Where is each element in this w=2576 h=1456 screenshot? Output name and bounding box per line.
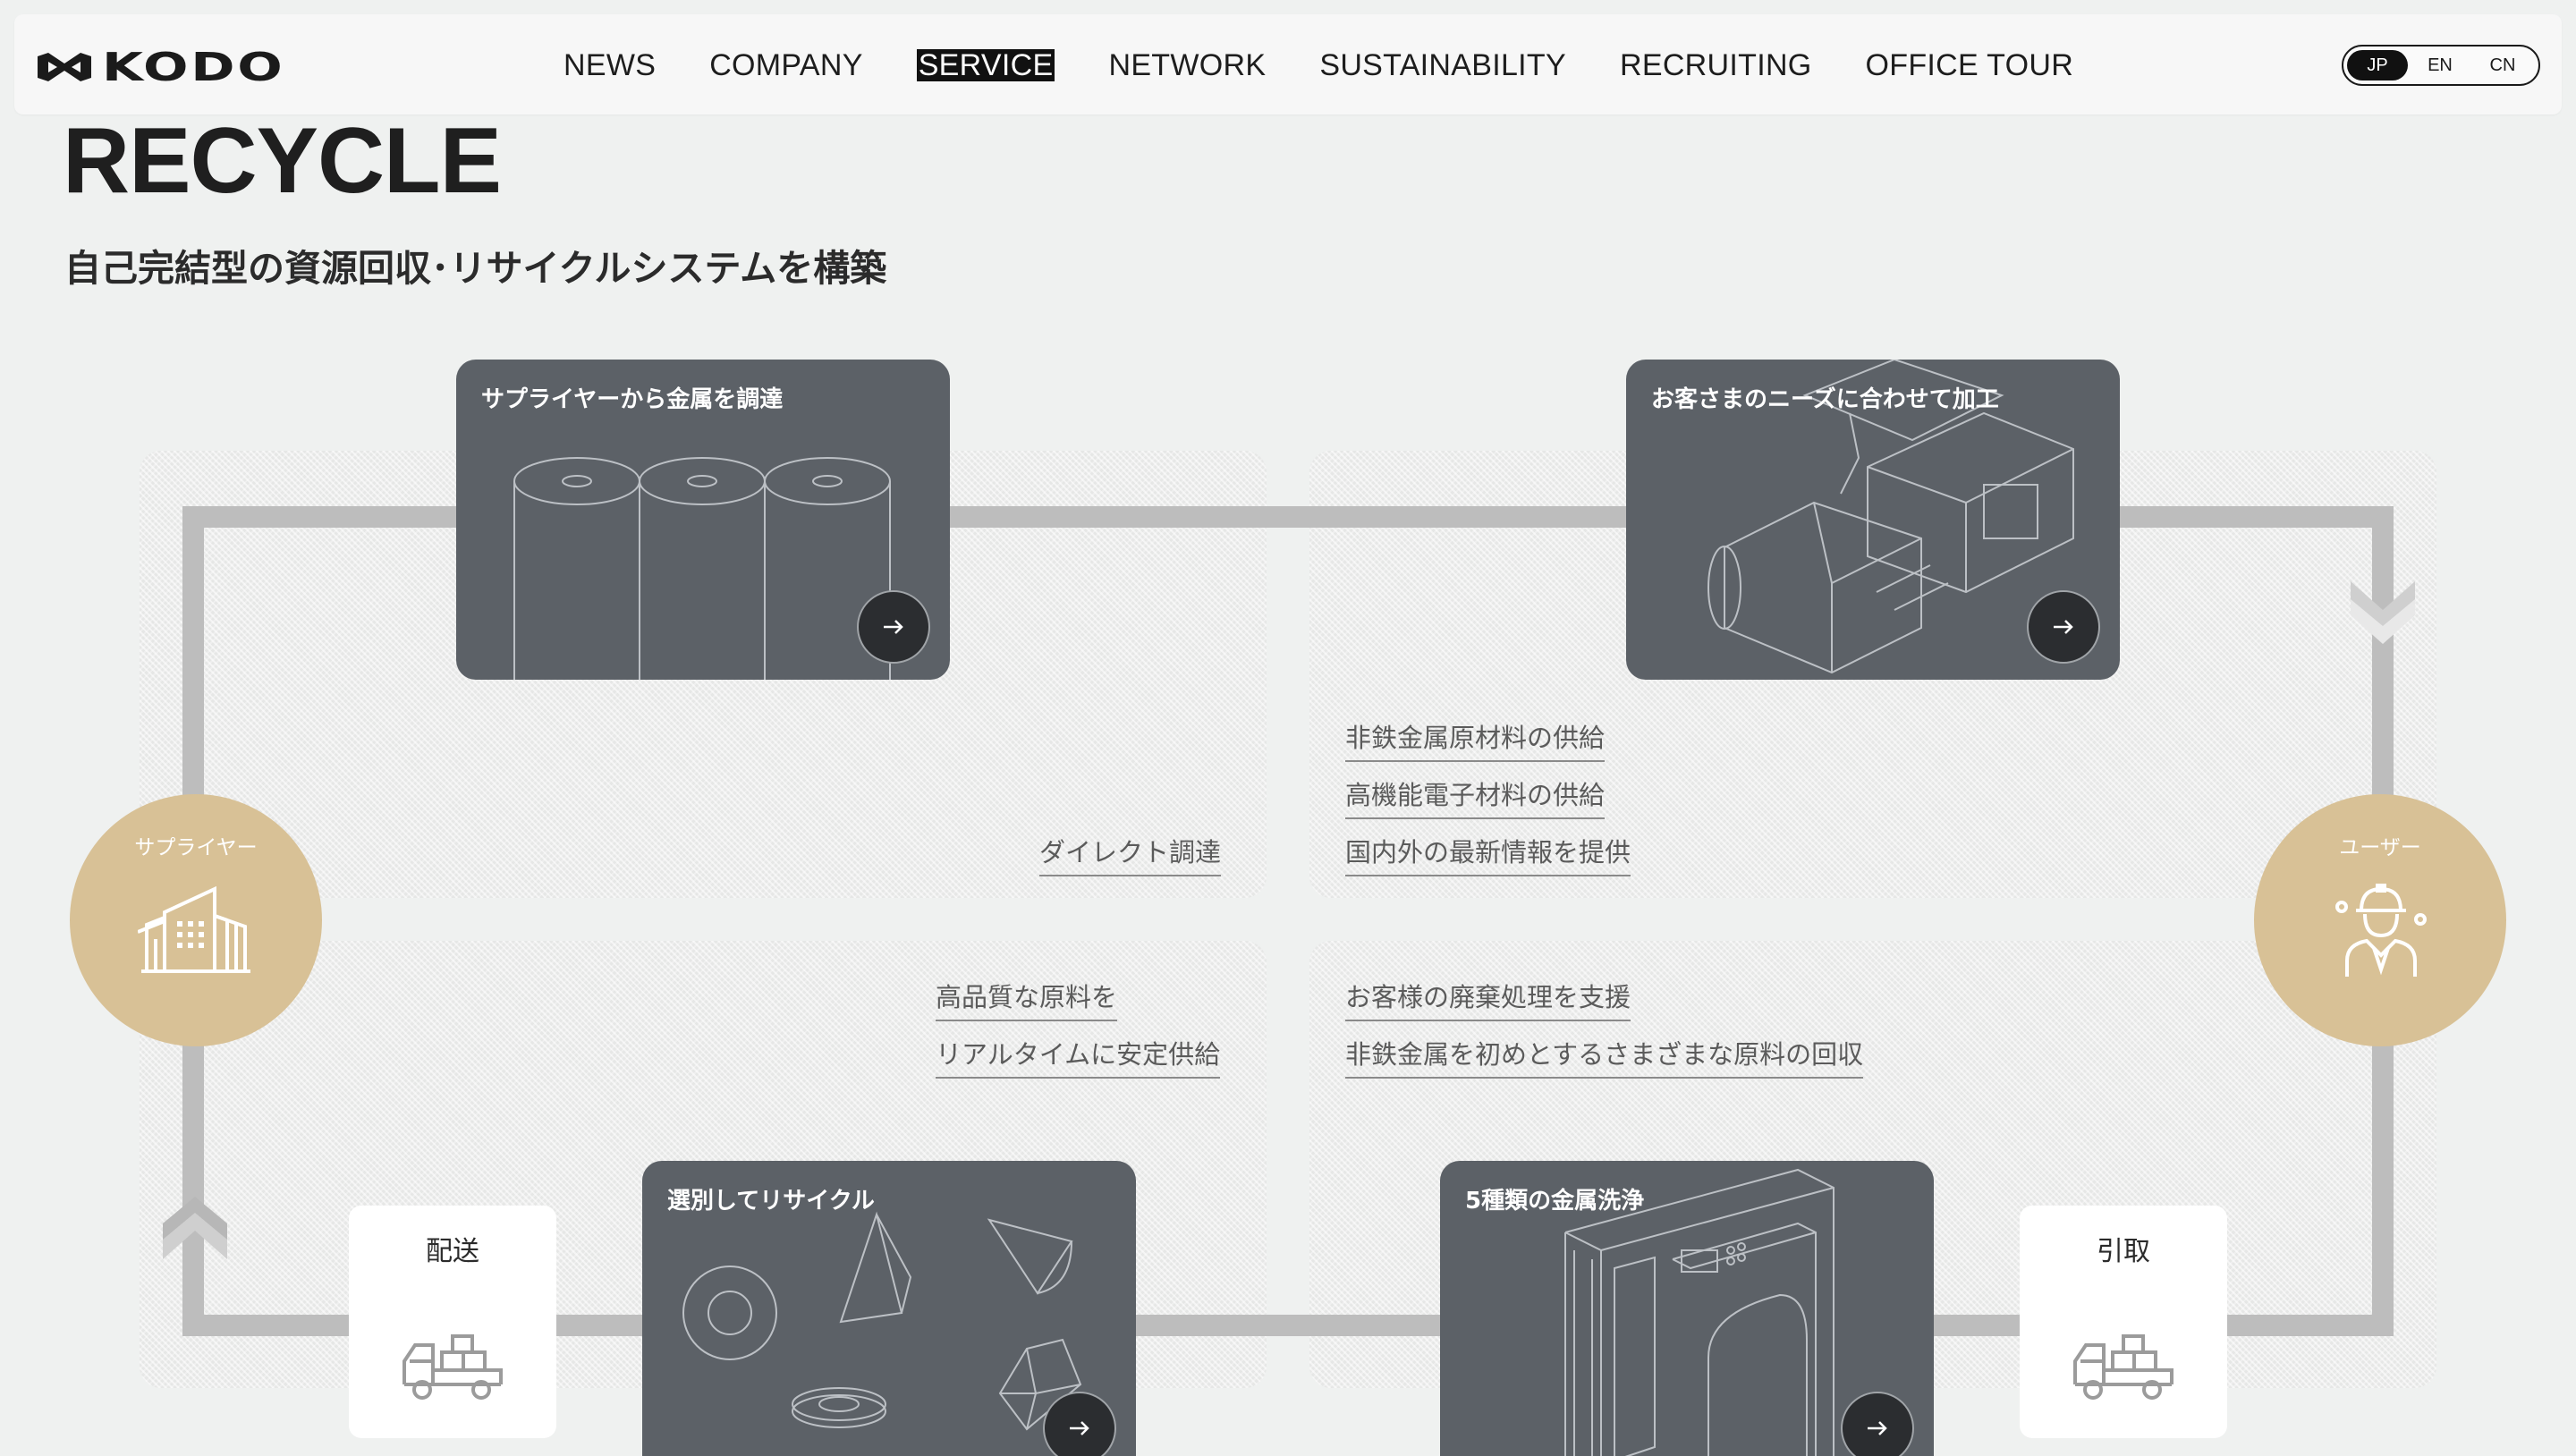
arrow-right-button[interactable] (2027, 590, 2100, 664)
card-wash-label: 5種類の金属洗浄 (1465, 1188, 1645, 1215)
worker-icon (2335, 884, 2427, 977)
nav-network[interactable]: NETWORK (1108, 48, 1266, 83)
card-metal-washing[interactable]: 5種類の金属洗浄 (1440, 1161, 1934, 1456)
site-header: KODO NEWS COMPANY SERVICE NETWORK SUSTAI… (14, 14, 2562, 114)
lang-cn[interactable]: CN (2472, 50, 2533, 80)
card-procure-label: サプライヤーから金属を調達 (481, 386, 784, 413)
kodo-logo[interactable]: KODO (36, 45, 301, 90)
arrow-right-button[interactable] (857, 590, 930, 664)
delivery-label: 配送 (426, 1236, 479, 1267)
arrow-right-icon (1868, 1421, 1887, 1435)
link-quality-material[interactable]: 高品質な原料を (936, 977, 1118, 1021)
factory-icon (138, 885, 250, 973)
arrow-right-icon (884, 620, 903, 634)
user-node[interactable]: ユーザー (2254, 794, 2506, 1046)
logo-mark-icon (38, 53, 91, 81)
pickup-label: 引取 (2097, 1236, 2150, 1267)
lang-en[interactable]: EN (2410, 50, 2470, 80)
nav-company[interactable]: COMPANY (709, 48, 863, 83)
arrow-right-button[interactable] (1043, 1392, 1116, 1456)
card-process-label: お客さまのニーズに合わせて加工 (1651, 386, 1999, 413)
nav-recruiting[interactable]: RECRUITING (1620, 48, 1812, 83)
card-sort-label: 選別してリサイクル (667, 1188, 875, 1215)
link-latest-info[interactable]: 国内外の最新情報を提供 (1345, 832, 1631, 876)
chevron-up-icon (163, 1197, 227, 1259)
nav-office-tour[interactable]: OFFICE TOUR (1866, 48, 2074, 83)
link-waste-support[interactable]: お客様の廃棄処理を支援 (1345, 977, 1631, 1021)
link-stable-supply[interactable]: リアルタイムに安定供給 (936, 1034, 1221, 1079)
user-label: ユーザー (2339, 836, 2421, 859)
link-material-collection[interactable]: 非鉄金属を初めとするさまざまな原料の回収 (1345, 1034, 1864, 1079)
arrow-right-button[interactable] (1841, 1392, 1914, 1456)
page-title: RECYCLE (63, 109, 502, 213)
language-switcher: JP EN CN (2342, 45, 2540, 86)
nav-service[interactable]: SERVICE (916, 49, 1055, 81)
pickup-node[interactable]: 引取 (2020, 1206, 2227, 1438)
card-sort-recycle[interactable]: 選別してリサイクル (642, 1161, 1136, 1456)
chevron-down-icon (2351, 581, 2415, 644)
delivery-truck-icon (402, 1334, 503, 1400)
arrow-right-icon (2054, 620, 2073, 634)
card-procure-metal[interactable]: サプライヤーから金属を調達 (456, 360, 950, 680)
page-subtitle: 自己完結型の資源回収･リサイクルシステムを構築 (64, 247, 887, 290)
link-nonferrous-supply[interactable]: 非鉄金属原材料の供給 (1345, 717, 1606, 762)
nav-news[interactable]: NEWS (564, 48, 656, 83)
link-electronic-supply[interactable]: 高機能電子材料の供給 (1345, 775, 1606, 819)
lang-jp[interactable]: JP (2347, 50, 2408, 80)
supplier-node[interactable]: サプライヤー (70, 794, 322, 1046)
delivery-node[interactable]: 配送 (349, 1206, 556, 1438)
link-direct-procurement[interactable]: ダイレクト調達 (1039, 832, 1222, 876)
logo-text: KODO (102, 44, 285, 90)
pickup-truck-icon (2073, 1334, 2174, 1400)
arrow-right-icon (1070, 1421, 1089, 1435)
nav-sustainability[interactable]: SUSTAINABILITY (1319, 48, 1566, 83)
main-nav: NEWS COMPANY SERVICE NETWORK SUSTAINABIL… (564, 43, 2127, 88)
card-custom-processing[interactable]: お客さまのニーズに合わせて加工 (1626, 360, 2120, 680)
supplier-label: サプライヤー (134, 836, 258, 859)
